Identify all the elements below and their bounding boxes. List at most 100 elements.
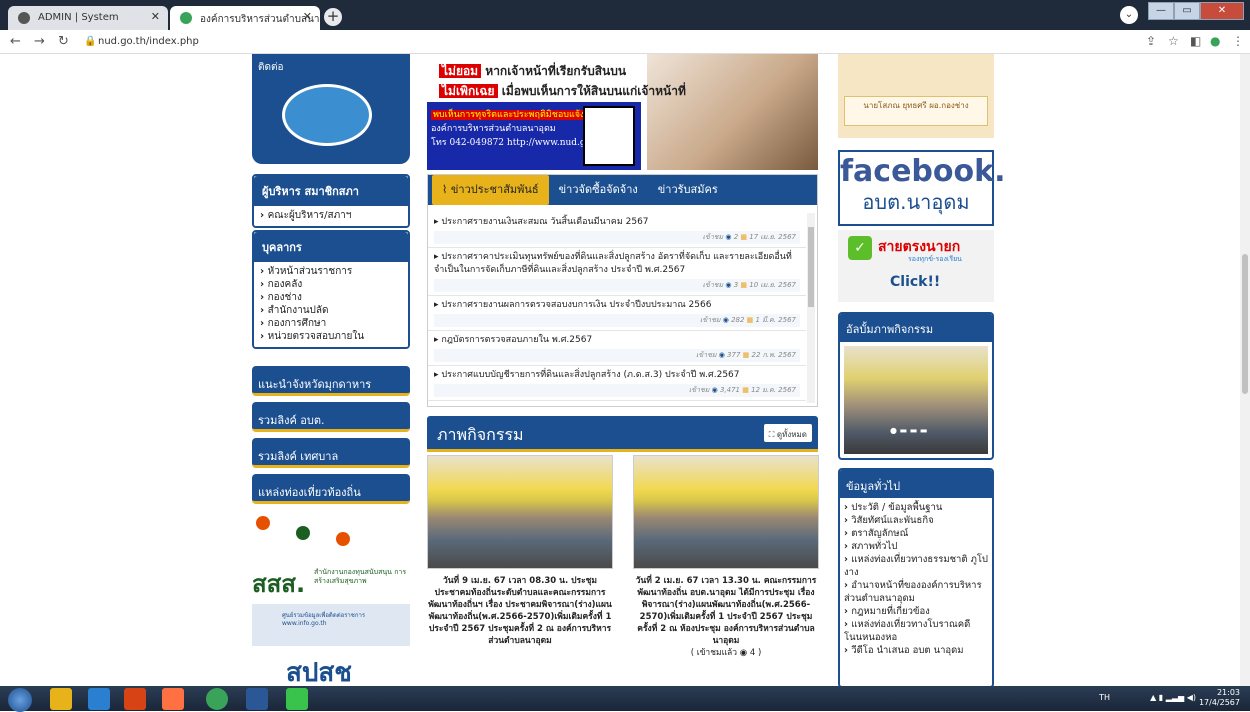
staff-link[interactable]: กองการศึกษา [260,317,402,330]
tab-search-icon[interactable]: ⌄ [1120,6,1138,24]
album-photo[interactable] [844,346,988,454]
general-info-link[interactable]: สภาพทั่วไป [844,540,988,553]
news-scrollbar[interactable] [807,213,815,403]
thaihealth-logo-text: สสส. [252,570,306,598]
staff-link[interactable]: สำนักงานปลัด [260,304,402,317]
file-explorer-icon[interactable] [50,688,72,710]
language-indicator[interactable]: TH [1099,693,1110,703]
news-title[interactable]: ประกาศรายงานเงินสะสมณ วันสิ้นเดือนมีนาคม… [434,216,800,229]
activity-card[interactable]: วันที่ 2 เม.ย. 67 เวลา 13.30 น. คณะกรรมก… [633,455,819,659]
activity-photo[interactable] [633,455,819,569]
firefox-icon[interactable] [162,688,184,710]
news-item[interactable]: ประกาศแบบบัญชีรายการที่ดินและสิ่งปลูกสร้… [428,366,806,401]
tray-icons[interactable]: ▲ ▮ ▂▃▅ ◀) [1150,693,1196,703]
maximize-button[interactable]: ▭ [1174,2,1200,20]
read-label: เข้าชม [688,386,710,394]
minimize-button[interactable]: — [1148,2,1174,20]
news-meta: เข้าชม ◉ 3 ▦ 10 เม.ย. 2567 [434,279,800,292]
slider-dots[interactable]: ● ▬ ▬ ▬ [890,426,927,435]
start-button[interactable] [8,688,32,712]
activity-title: ภาพกิจกรรม [437,425,524,444]
page-scrollbar[interactable] [1240,54,1250,686]
bookmark-star-icon[interactable]: ☆ [1168,34,1179,48]
back-arrow-icon[interactable]: ← [10,34,21,49]
chrome-icon[interactable] [206,688,228,710]
tab-admin[interactable]: ADMIN | System ✕ [8,6,168,30]
contact-link[interactable]: ติดต่อ [258,60,284,75]
mayor-hotline-banner[interactable]: ✓ สายตรงนายก รองทุกข์-รองเรียน Click!! [838,230,994,302]
municipality-links-button[interactable]: รวมลิงค์ เทศบาล [252,438,410,468]
share-icon[interactable]: ⇪ [1146,34,1156,48]
close-tab-icon[interactable]: ✕ [151,10,160,23]
staff-link[interactable]: หัวหน้าส่วนราชการ [260,265,402,278]
page-scroll-thumb[interactable] [1242,254,1248,394]
close-window-button[interactable]: ✕ [1200,2,1244,20]
forward-arrow-icon[interactable]: → [34,34,45,49]
caption-text[interactable]: วันที่ 2 เม.ย. 67 เวลา 13.30 น. คณะกรรมก… [636,576,817,646]
activity-caption[interactable]: วันที่ 2 เม.ย. 67 เวลา 13.30 น. คณะกรรมก… [633,575,819,659]
reload-icon[interactable]: ↻ [58,34,69,49]
tab-procurement[interactable]: ข่าวจัดซื้อจัดจ้าง [549,175,648,205]
general-info-link[interactable]: วีดีโอ นำเสนอ อบต นาอุดม [844,644,988,657]
news-scroll-thumb[interactable] [808,227,814,307]
general-info-link[interactable]: ตราสัญลักษณ์ [844,527,988,540]
profile-avatar-icon[interactable]: ● [1210,34,1220,48]
calendar-icon: ▦ [740,233,748,241]
tab-title: ADMIN | System [38,12,119,23]
tourism-button[interactable]: แหล่งท่องเที่ยวท้องถิ่น [252,474,410,504]
internet-explorer-icon[interactable] [88,688,110,710]
clock-time[interactable]: 21:03 [1199,688,1240,698]
news-item[interactable]: ประกาศรายงานผลการตรวจสอบงบการเงิน ประจำป… [428,296,806,331]
read-label: เข้าชม [702,281,724,289]
views-count: 377 [727,351,741,359]
staff-link[interactable]: กองคลัง [260,278,402,291]
activity-caption[interactable]: วันที่ 9 เม.ย. 67 เวลา 08.30 น. ประชุมปร… [427,575,613,647]
general-info-link[interactable]: อำนาจหน้าที่ขององค์การบริหารส่วนตำบลนาอุ… [844,579,988,605]
news-title[interactable]: ประกาศราคาประเมินทุนทรัพย์ของที่ดินและสิ… [434,251,800,277]
sidepanel-icon[interactable]: ◧ [1190,34,1201,48]
news-item[interactable]: กฎบัตรการตรวจสอบภายใน พ.ศ.2567 เข้าชม ◉ … [428,331,806,366]
general-info-link[interactable]: กฎหมายที่เกี่ยวข้อง [844,605,988,618]
menu-kebab-icon[interactable]: ⋮ [1232,34,1244,48]
news-title[interactable]: ประกาศรายงานผลการตรวจสอบงบการเงิน ประจำป… [434,299,800,312]
bribe-hand-image [647,54,818,170]
click-label[interactable]: Click!! [890,274,940,290]
facebook-banner[interactable]: facebook. อบต.นาอุดม [838,150,1005,226]
anti-corruption-banner: ไม่ยอม หากเจ้าหน้าที่เรียกรับสินบน ไม่เพ… [427,54,818,170]
staff-link[interactable]: กองช่าง [260,291,402,304]
browser-tab-bar: ADMIN | System ✕ องค์การบริหารส่วนตำบลนา… [0,0,1250,30]
close-tab-icon[interactable]: ✕ [303,10,312,23]
general-info-link[interactable]: แหล่งท่องเที่ยวทางโบราณคดี โนนหนองหอ [844,618,988,644]
news-title[interactable]: กฎบัตรการตรวจสอบภายใน พ.ศ.2567 [434,334,800,347]
activity-photo[interactable] [427,455,613,569]
mukdahan-button[interactable]: แนะนำจังหวัดมุกดาหาร [252,366,410,396]
news-item[interactable]: ประกาศราคาประเมินทุนทรัพย์ของที่ดินและสิ… [428,248,806,296]
general-info-link[interactable]: แหล่งท่องเที่ยวทางธรรมชาติ ภูโปงาง [844,553,988,579]
news-item[interactable]: ประกาศรายงานเงินสะสมณ วันสิ้นเดือนมีนาคม… [428,213,806,248]
news-date: 10 เม.ย. 2567 [749,281,796,289]
new-tab-button[interactable]: + [324,8,342,26]
tab-pr-news[interactable]: ⌇ ข่าวประชาสัมพันธ์ [432,175,549,205]
general-info-link[interactable]: วิสัยทัศน์และพันธกิจ [844,514,988,527]
line-icon[interactable] [286,688,308,710]
address-bar[interactable]: 🔒 nud.go.th/index.php [82,33,1142,51]
activity-header: ภาพกิจกรรม ⛶ ดูทั้งหมด [427,416,818,452]
thaihealth-banner[interactable]: สสส. สำนักงานกองทุนสนับสนุน การสร้างเสริ… [252,512,410,598]
nhso-banner[interactable]: สปสช [256,652,406,686]
tab-recruitment[interactable]: ข่าวรับสมัคร [648,175,728,205]
admin-link[interactable]: คณะผู้บริหาร/สภาฯ [260,209,402,222]
staff-link[interactable]: หน่วยตรวจสอบภายใน [260,330,402,343]
info-go-th-banner[interactable]: ศูนย์รวมข้อมูลเพื่อติดต่อราชการ www.info… [252,604,410,646]
news-title[interactable]: ประกาศแบบบัญชีรายการที่ดินและสิ่งปลูกสร้… [434,369,800,382]
media-player-icon[interactable] [124,688,146,710]
view-all-button[interactable]: ⛶ ดูทั้งหมด [763,424,812,442]
clock-date[interactable]: 17/4/2567 [1199,698,1240,708]
general-info-link[interactable]: ประวัติ / ข้อมูลพื้นฐาน [844,501,988,514]
view-all-label: ดูทั้งหมด [776,430,807,439]
tab-nud[interactable]: องค์การบริหารส่วนตำบลนาอุดม อำ... ✕ [170,6,320,30]
activity-card[interactable]: วันที่ 9 เม.ย. 67 เวลา 08.30 น. ประชุมปร… [427,455,613,647]
admin-box-title: ผู้บริหาร สมาชิกสภา [254,176,408,206]
word-icon[interactable] [246,688,268,710]
sao-links-button[interactable]: รวมลิงค์ อบต. [252,402,410,432]
person-figure-icon [256,516,270,530]
